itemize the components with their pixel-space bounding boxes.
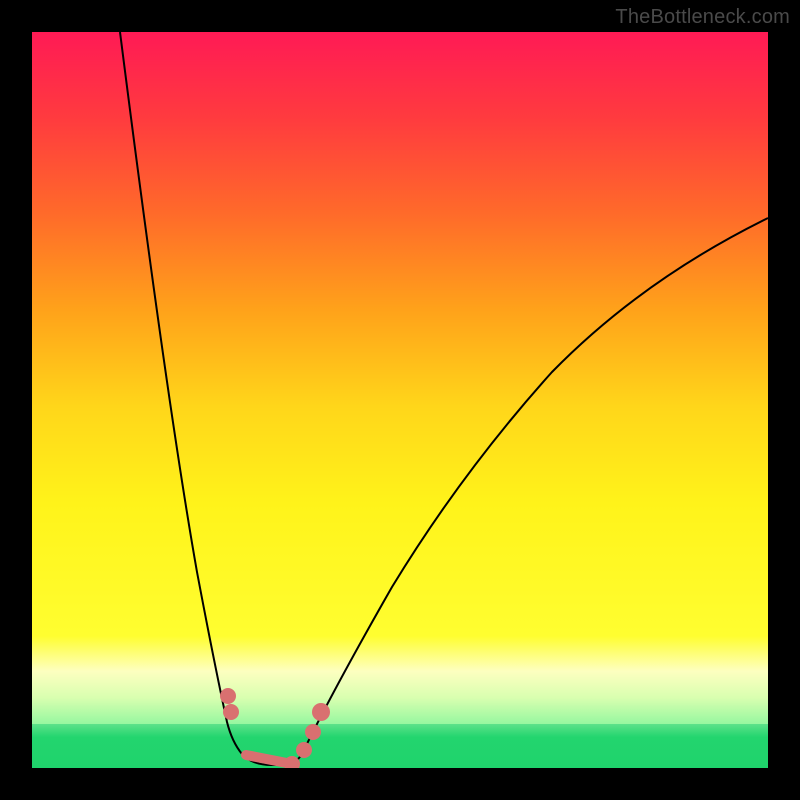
bottleneck-curve — [32, 32, 768, 768]
marker-dot — [305, 724, 321, 740]
marker-dot — [284, 756, 300, 768]
marker-dot — [223, 704, 239, 720]
marker-dot — [296, 742, 312, 758]
marker-dot — [312, 703, 330, 721]
curve-left-arm — [120, 32, 242, 754]
marker-dot — [220, 688, 236, 704]
attribution-text: TheBottleneck.com — [615, 6, 790, 29]
plot-area — [32, 32, 768, 768]
curve-right-arm — [302, 218, 768, 754]
marker-group — [220, 688, 330, 768]
chart-frame: TheBottleneck.com — [0, 0, 800, 800]
